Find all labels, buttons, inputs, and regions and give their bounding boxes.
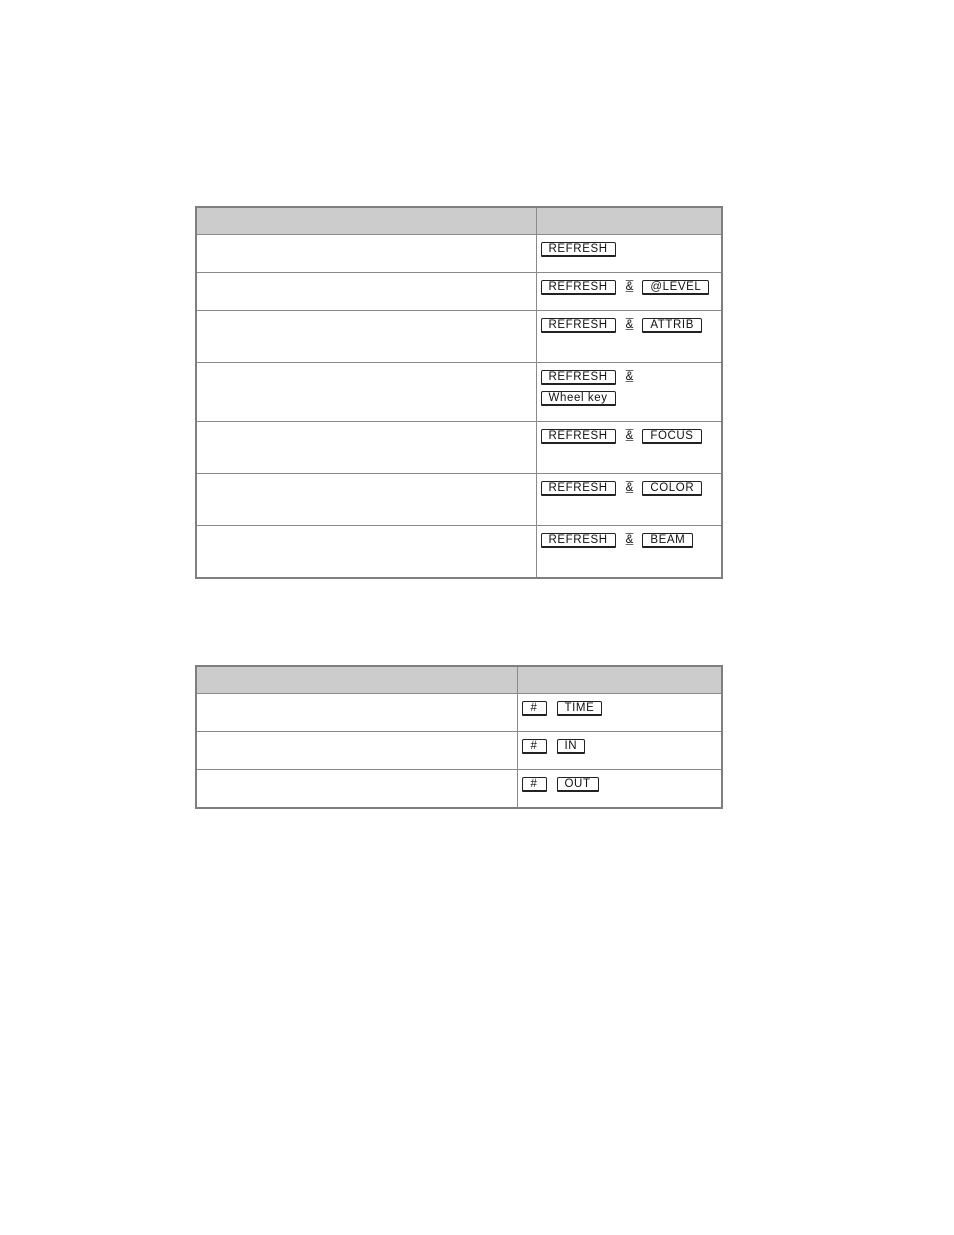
- and-symbol: &: [625, 430, 634, 442]
- key-line: REFRESH & COLOR: [540, 480, 722, 496]
- table-header-row: [195, 206, 723, 235]
- header-keys: [516, 665, 723, 694]
- key-line: REFRESH &: [540, 369, 722, 385]
- key-line: # TIME: [521, 700, 722, 716]
- row-description: [195, 362, 537, 422]
- row-description: [195, 525, 537, 579]
- header-function: [195, 665, 518, 694]
- focus-key: FOCUS: [642, 428, 702, 444]
- table-header-row: [195, 665, 723, 694]
- color-key: COLOR: [642, 480, 703, 496]
- row-description: [195, 731, 518, 770]
- key-line: REFRESH & BEAM: [540, 532, 722, 548]
- row-keys: REFRESH & BEAM: [535, 525, 723, 579]
- table-row: REFRESH & COLOR: [195, 473, 723, 526]
- and-symbol: &: [625, 482, 634, 494]
- table-row: REFRESH & FOCUS: [195, 421, 723, 474]
- header-function: [195, 206, 537, 235]
- row-keys: REFRESH: [535, 234, 723, 273]
- row-description: [195, 769, 518, 809]
- and-symbol: &: [625, 371, 634, 383]
- refresh-key: REFRESH: [540, 428, 616, 444]
- table-row: # TIME: [195, 693, 723, 732]
- header-keys: [535, 206, 723, 235]
- table-row: REFRESH & Wheel key: [195, 362, 723, 422]
- row-keys: # IN: [516, 731, 723, 770]
- key-line: Wheel key: [540, 390, 722, 406]
- key-line: REFRESH & FOCUS: [540, 428, 722, 444]
- key-line: REFRESH & ATTRIB: [540, 317, 722, 333]
- and-symbol: &: [625, 534, 634, 546]
- table-row: REFRESH & ATTRIB: [195, 310, 723, 363]
- row-description: [195, 234, 537, 273]
- level-key: @LEVEL: [642, 279, 710, 295]
- row-keys: REFRESH & Wheel key: [535, 362, 723, 422]
- key-combination-table-1: REFRESH REFRESH & @LEVEL REFRESH & ATTRI…: [195, 206, 723, 579]
- row-description: [195, 421, 537, 474]
- refresh-key: REFRESH: [540, 480, 616, 496]
- row-description: [195, 272, 537, 311]
- refresh-key: REFRESH: [540, 317, 616, 333]
- key-line: # OUT: [521, 776, 722, 792]
- refresh-key: REFRESH: [540, 241, 616, 257]
- table-row: REFRESH & @LEVEL: [195, 272, 723, 311]
- row-keys: REFRESH & FOCUS: [535, 421, 723, 474]
- key-line: REFRESH & @LEVEL: [540, 279, 722, 295]
- refresh-key: REFRESH: [540, 532, 616, 548]
- row-keys: REFRESH & ATTRIB: [535, 310, 723, 363]
- row-keys: # TIME: [516, 693, 723, 732]
- row-description: [195, 473, 537, 526]
- number-key: #: [521, 776, 547, 792]
- row-keys: REFRESH & COLOR: [535, 473, 723, 526]
- table-row: # OUT: [195, 769, 723, 809]
- and-symbol: &: [625, 281, 634, 293]
- wheel-key: Wheel key: [540, 390, 616, 406]
- and-symbol: &: [625, 319, 634, 331]
- key-combination-table-2: # TIME # IN # OUT: [195, 665, 723, 809]
- row-description: [195, 310, 537, 363]
- key-line: REFRESH: [540, 241, 722, 257]
- refresh-key: REFRESH: [540, 279, 616, 295]
- number-key: #: [521, 700, 547, 716]
- row-keys: # OUT: [516, 769, 723, 809]
- table-row: REFRESH: [195, 234, 723, 273]
- attrib-key: ATTRIB: [642, 317, 702, 333]
- key-line: # IN: [521, 738, 722, 754]
- in-key: IN: [556, 738, 586, 754]
- out-key: OUT: [556, 776, 599, 792]
- row-keys: REFRESH & @LEVEL: [535, 272, 723, 311]
- refresh-key: REFRESH: [540, 369, 616, 385]
- table-row: REFRESH & BEAM: [195, 525, 723, 579]
- beam-key: BEAM: [642, 532, 694, 548]
- row-description: [195, 693, 518, 732]
- time-key: TIME: [556, 700, 603, 716]
- table-row: # IN: [195, 731, 723, 770]
- number-key: #: [521, 738, 547, 754]
